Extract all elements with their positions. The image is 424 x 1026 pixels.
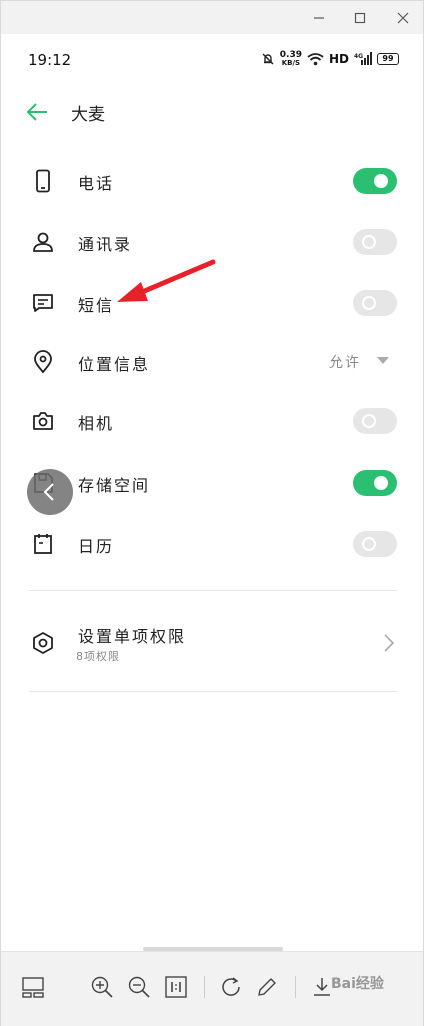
permission-label: 日历 xyxy=(78,537,115,556)
toggle-knob xyxy=(362,414,376,428)
zoom-out-button[interactable] xyxy=(127,975,151,999)
maximize-icon xyxy=(354,12,366,24)
minimize-button[interactable] xyxy=(308,7,330,29)
zoom-in-button[interactable] xyxy=(90,975,114,999)
actual-size-icon xyxy=(165,976,187,998)
permission-label: 短信 xyxy=(78,296,115,315)
net-speed: 0.39 KB/S xyxy=(279,50,302,68)
toggle-knob xyxy=(374,476,388,490)
close-button[interactable] xyxy=(392,7,414,29)
page-title: 大麦 xyxy=(71,105,105,125)
back-button[interactable] xyxy=(25,101,49,123)
zoom-out-icon xyxy=(128,976,150,998)
title-bar xyxy=(1,1,423,34)
floating-back-button[interactable] xyxy=(27,469,73,515)
app-header: 大麦 xyxy=(1,91,423,133)
calendar-toggle[interactable] xyxy=(353,531,397,557)
rotate-button[interactable] xyxy=(219,975,243,999)
status-icons: 0.39 KB/S HD 4G 99 xyxy=(261,49,399,69)
toggle-knob xyxy=(374,174,388,188)
net-speed-unit: KB/S xyxy=(281,59,301,67)
settings-hexagon-icon xyxy=(33,632,53,654)
toolbar-separator xyxy=(295,976,296,998)
location-select-value[interactable]: 允许 xyxy=(329,352,361,372)
minimize-icon xyxy=(314,17,324,19)
thumbnails-button[interactable] xyxy=(21,975,45,999)
location-icon xyxy=(34,350,52,374)
single-permission-subtitle: 8项权限 xyxy=(76,650,120,663)
toggle-knob xyxy=(362,296,376,310)
status-bar: 19:12 0.39 KB/S HD 4G 99 xyxy=(1,34,423,84)
toggle-knob xyxy=(362,537,376,551)
maximize-button[interactable] xyxy=(349,7,371,29)
phone-icon xyxy=(36,169,50,193)
close-icon xyxy=(397,12,409,24)
permission-row-phone[interactable]: 电话 xyxy=(1,153,423,209)
sms-toggle[interactable] xyxy=(353,290,397,316)
permission-row-calendar[interactable]: 日历 xyxy=(1,516,423,572)
zoom-in-icon xyxy=(91,976,113,998)
camera-icon xyxy=(33,412,53,430)
rotate-icon xyxy=(222,977,240,996)
chevron-down-icon[interactable] xyxy=(377,357,389,364)
actual-size-button[interactable] xyxy=(164,975,188,999)
single-permission-title: 设置单项权限 xyxy=(78,627,187,646)
toggle-knob xyxy=(362,235,376,249)
permission-row-camera[interactable]: 相机 xyxy=(1,393,423,449)
pencil-icon xyxy=(258,978,276,996)
wifi-icon xyxy=(307,53,324,66)
permission-label: 电话 xyxy=(78,174,115,193)
net-speed-value: 0.39 xyxy=(279,50,302,60)
storage-toggle[interactable] xyxy=(353,470,397,496)
hd-label: HD xyxy=(328,52,349,66)
phone-toggle[interactable] xyxy=(353,168,397,194)
camera-toggle[interactable] xyxy=(353,408,397,434)
signal-label: 4G xyxy=(354,53,363,60)
battery-indicator: 99 xyxy=(377,53,399,65)
back-arrow-icon xyxy=(26,103,47,121)
divider xyxy=(29,590,397,591)
single-permission-row[interactable]: 设置单项权限 8项权限 xyxy=(1,611,423,675)
permission-label: 通讯录 xyxy=(78,235,133,254)
thumbnails-icon xyxy=(22,977,44,998)
divider xyxy=(29,691,397,692)
contacts-toggle[interactable] xyxy=(353,229,397,255)
message-icon xyxy=(33,294,53,312)
watermark: Bai经验 xyxy=(331,976,384,992)
viewer-window: 19:12 0.39 KB/S HD 4G 99 大麦 电话 通讯录 短信 位置… xyxy=(0,0,424,1026)
permission-label: 存储空间 xyxy=(78,476,151,495)
permission-row-location[interactable]: 位置信息 允许 xyxy=(1,334,423,390)
toolbar-separator xyxy=(204,976,205,998)
calendar-icon xyxy=(34,534,52,554)
chevron-right-icon xyxy=(384,634,395,652)
contact-icon xyxy=(33,232,53,252)
chevron-left-icon xyxy=(43,483,54,501)
signal-icon: 4G xyxy=(354,52,372,65)
permission-label: 位置信息 xyxy=(78,355,151,374)
status-time: 19:12 xyxy=(28,51,72,69)
annotation-arrow-icon xyxy=(117,259,216,302)
edit-button[interactable] xyxy=(255,975,279,999)
mute-bell-icon xyxy=(262,53,274,65)
permission-label: 相机 xyxy=(78,414,115,433)
